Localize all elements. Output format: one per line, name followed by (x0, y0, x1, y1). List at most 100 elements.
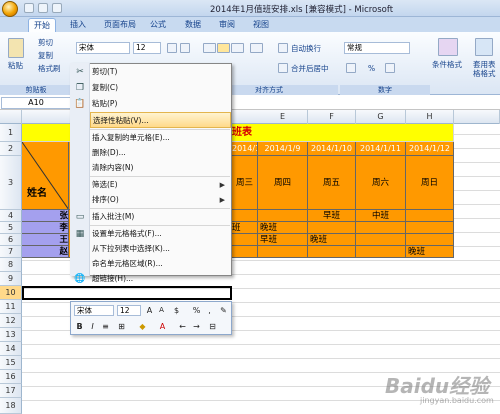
grow-font-icon[interactable]: A (144, 305, 155, 316)
mini-font-name[interactable]: 宋体 (74, 305, 114, 316)
orientation-icon[interactable] (250, 43, 263, 53)
shift-r5-h[interactable] (406, 222, 454, 234)
shift-r5-d[interactable]: 班 (232, 222, 258, 234)
number-format-box[interactable]: 常规 (344, 42, 410, 54)
shift-r5-f[interactable] (308, 222, 356, 234)
row-header-1[interactable]: 1 (0, 124, 22, 142)
shift-r7-h[interactable]: 晚班 (406, 246, 454, 258)
row-header-5[interactable]: 5 (0, 222, 22, 234)
tab-view[interactable]: 视图 (248, 18, 274, 32)
bold-button[interactable]: B (74, 321, 85, 332)
shift-r4-h[interactable] (406, 210, 454, 222)
menu-item-paste-special[interactable]: 选择性粘贴(V)... (90, 112, 231, 128)
row-header-12[interactable]: 12 (0, 314, 22, 328)
shrink-font-icon[interactable]: A (156, 305, 167, 316)
shift-r6-f[interactable]: 晚班 (308, 234, 356, 246)
date-cell-f[interactable]: 2014/1/10 (308, 142, 356, 156)
decrease-decimal-icon[interactable]: ← (177, 321, 188, 332)
column-header-e[interactable]: E (258, 110, 308, 124)
shift-r4-f[interactable]: 早班 (308, 210, 356, 222)
menu-item-cut[interactable]: 剪切(T) (90, 64, 231, 80)
undo-icon[interactable] (38, 3, 48, 13)
shift-r4-d[interactable] (232, 210, 258, 222)
date-cell-h[interactable]: 2014/1/12 (406, 142, 454, 156)
menu-item-hyperlink[interactable]: 超链接(H)... (90, 271, 231, 287)
row-header-7[interactable]: 7 (0, 246, 22, 258)
table-format-button[interactable]: 套用表格格式 (473, 60, 500, 78)
italic-button[interactable]: I (87, 321, 98, 332)
menu-item-sort[interactable]: 排序(O) ▶ (90, 192, 231, 208)
mini-font-size[interactable]: 12 (117, 305, 141, 316)
grow-font-icon[interactable] (167, 43, 177, 53)
date-cell-e[interactable]: 2014/1/9 (258, 142, 308, 156)
row-header-16[interactable]: 16 (0, 370, 22, 384)
tab-review[interactable]: 审阅 (214, 18, 240, 32)
menu-item-name-range[interactable]: 命名单元格区域(R)... (90, 256, 231, 272)
percent-button[interactable]: % (368, 64, 375, 74)
align-middle-icon[interactable] (217, 43, 230, 53)
fill-color-icon[interactable]: ◆ (137, 321, 148, 332)
currency-icon[interactable] (346, 63, 356, 73)
shift-r7-f[interactable] (308, 246, 356, 258)
office-button[interactable] (2, 1, 18, 17)
menu-item-paste[interactable]: 粘贴(P) (90, 96, 231, 112)
name-cell-3[interactable]: 王 (22, 234, 69, 246)
column-header-f[interactable]: F (308, 110, 356, 124)
font-color-icon[interactable]: A (157, 321, 168, 332)
tab-insert[interactable]: 插入 (65, 18, 91, 32)
row-header-17[interactable]: 17 (0, 384, 22, 398)
column-header-h[interactable]: H (406, 110, 454, 124)
conditional-format-icon[interactable] (438, 38, 458, 56)
name-cell-2[interactable]: 李 (22, 222, 69, 234)
conditional-format-button[interactable]: 条件格式 (432, 60, 462, 70)
name-header-cell[interactable]: 姓名 (22, 142, 69, 210)
paste-button[interactable]: 粘贴 (8, 61, 23, 71)
row-header-8[interactable]: 8 (0, 258, 22, 272)
column-header-g[interactable]: G (356, 110, 406, 124)
name-cell-4[interactable]: 赵 (22, 246, 69, 258)
mini-comma-button[interactable]: , (204, 305, 215, 316)
increase-decimal-icon[interactable]: → (191, 321, 202, 332)
save-icon[interactable] (24, 3, 34, 13)
menu-item-clear[interactable]: 清除内容(N) (90, 160, 231, 176)
row-header-13[interactable]: 13 (0, 328, 22, 342)
shift-r7-g[interactable] (356, 246, 406, 258)
align-top-icon[interactable] (203, 43, 216, 53)
tab-data[interactable]: 数据 (180, 18, 206, 32)
format-painter-button[interactable]: 格式刷 (38, 64, 61, 74)
tab-formulas[interactable]: 公式 (145, 18, 171, 32)
align-center-icon[interactable]: ≡ (100, 321, 111, 332)
name-cell-1[interactable]: 张 (22, 210, 69, 222)
menu-item-copy[interactable]: 复制(C) (90, 80, 231, 96)
redo-icon[interactable] (52, 3, 62, 13)
row-header-15[interactable]: 15 (0, 356, 22, 370)
shift-r7-e[interactable] (258, 246, 308, 258)
shift-r6-d[interactable] (232, 234, 258, 246)
row-header-2[interactable]: 2 (0, 142, 22, 156)
menu-item-delete[interactable]: 删除(D)... (90, 145, 231, 161)
row-header-11[interactable]: 11 (0, 300, 22, 314)
shift-r6-h[interactable] (406, 234, 454, 246)
currency-icon[interactable]: $ (171, 305, 182, 316)
weekday-cell-e[interactable]: 周四 (258, 156, 308, 210)
shift-r6-e[interactable]: 早班 (258, 234, 308, 246)
merge-cells-icon[interactable]: ⊟ (207, 321, 218, 332)
wrap-text-icon[interactable] (278, 43, 288, 53)
wrap-text-button[interactable]: 自动换行 (291, 44, 321, 54)
comma-style-icon[interactable] (385, 63, 395, 73)
font-size-box[interactable]: 12 (133, 42, 161, 54)
weekday-cell-h[interactable]: 周日 (406, 156, 454, 210)
shift-r4-e[interactable] (258, 210, 308, 222)
format-painter-icon[interactable]: ✎ (218, 305, 229, 316)
row-header-14[interactable]: 14 (0, 342, 22, 356)
paste-icon[interactable] (8, 38, 24, 58)
name-box[interactable]: A10 (1, 97, 71, 109)
shift-r5-g[interactable] (356, 222, 406, 234)
menu-item-pick-from-list[interactable]: 从下拉列表中选择(K)... (90, 241, 231, 257)
date-cell-g[interactable]: 2014/1/11 (356, 142, 406, 156)
tab-home[interactable]: 开始 (28, 18, 56, 32)
selected-cell-a10[interactable] (22, 286, 232, 300)
weekday-cell-f[interactable]: 周五 (308, 156, 356, 210)
font-name-box[interactable]: 宋体 (76, 42, 130, 54)
column-header-i[interactable] (454, 110, 500, 124)
